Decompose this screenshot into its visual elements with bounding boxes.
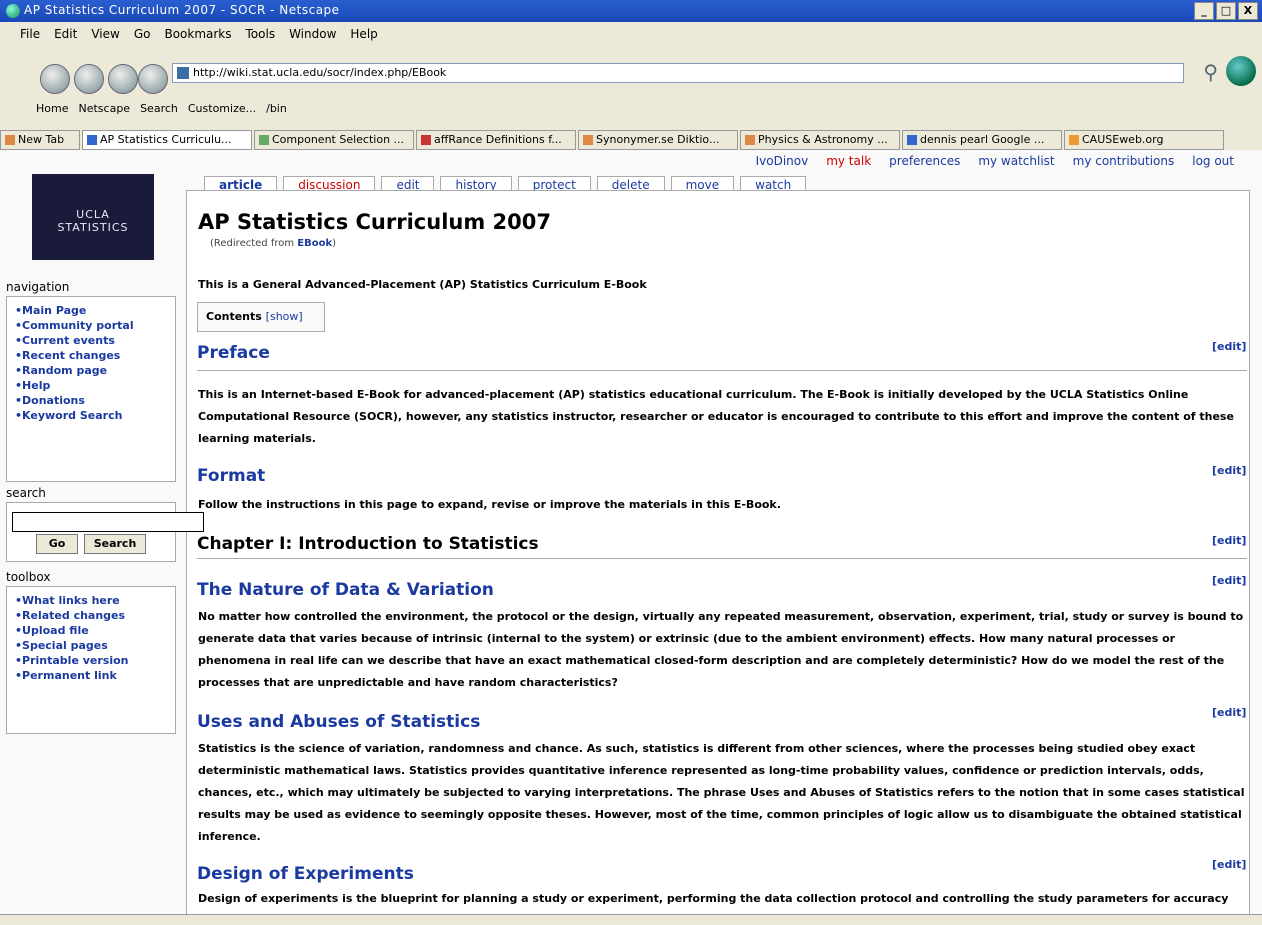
my-contributions-link[interactable]: my contributions — [1073, 154, 1175, 168]
edit-link-uses[interactable]: [edit] — [1212, 706, 1246, 719]
edit-link-design[interactable]: [edit] — [1212, 858, 1246, 871]
bookmark-customize[interactable]: Customize... — [188, 100, 256, 118]
menu-view[interactable]: View — [91, 24, 119, 44]
throbber-icon[interactable] — [1226, 56, 1256, 86]
favicon-icon — [177, 67, 189, 79]
menu-window[interactable]: Window — [289, 24, 336, 44]
edit-link-nature[interactable]: [edit] — [1212, 574, 1246, 587]
personal-links: IvoDinov my talk preferences my watchlis… — [756, 154, 1234, 168]
forward-icon[interactable] — [74, 64, 104, 94]
status-bar — [0, 914, 1262, 925]
table-of-contents: Contents [show] — [197, 302, 325, 332]
section-divider — [197, 558, 1247, 559]
toolbox-what-links-here[interactable]: What links here — [7, 593, 175, 608]
back-icon[interactable] — [40, 64, 70, 94]
go-button[interactable]: Go — [36, 534, 78, 554]
my-watchlist-link[interactable]: my watchlist — [978, 154, 1054, 168]
nav-random-page[interactable]: Random page — [7, 363, 175, 378]
bookmark-search[interactable]: Search — [140, 100, 178, 118]
section-divider — [197, 370, 1247, 371]
window-title: AP Statistics Curriculum 2007 - SOCR - N… — [24, 3, 340, 17]
toolbox-related-changes[interactable]: Related changes — [7, 608, 175, 623]
menu-tools[interactable]: Tools — [246, 24, 276, 44]
toolbox-printable-version[interactable]: Printable version — [7, 653, 175, 668]
format-text: Follow the instructions in this page to … — [198, 498, 781, 511]
redirect-link[interactable]: EBook — [297, 238, 332, 249]
bookmark-bin[interactable]: /bin — [266, 100, 287, 118]
nav-community-portal[interactable]: Community portal — [7, 318, 175, 333]
preferences-link[interactable]: preferences — [889, 154, 960, 168]
navigation-portlet: Main Page Community portal Current event… — [6, 296, 176, 482]
nav-help[interactable]: Help — [7, 378, 175, 393]
toc-show-toggle[interactable]: [show] — [266, 310, 303, 323]
edit-link-preface[interactable]: [edit] — [1212, 340, 1246, 353]
menu-file[interactable]: File — [20, 24, 40, 44]
menu-bookmarks[interactable]: Bookmarks — [164, 24, 231, 44]
chapter-heading: Chapter I: Introduction to Statistics — [197, 534, 539, 554]
section-heading-uses: Uses and Abuses of Statistics — [197, 712, 481, 732]
log-out-link[interactable]: log out — [1192, 154, 1234, 168]
redirect-note: (Redirected from EBook) — [210, 238, 337, 249]
section-heading-design: Design of Experiments — [197, 864, 414, 884]
tab-causeweb[interactable]: CAUSEweb.org — [1064, 130, 1224, 150]
maximize-button[interactable]: □ — [1216, 2, 1236, 20]
edit-link-chapter[interactable]: [edit] — [1212, 534, 1246, 547]
menu-help[interactable]: Help — [350, 24, 377, 44]
tab-physics-astronomy[interactable]: Physics & Astronomy ... — [740, 130, 900, 150]
search-engine-icon[interactable]: ⚲ — [1203, 60, 1218, 84]
tab-component-selection[interactable]: Component Selection ... — [254, 130, 414, 150]
section-heading-nature: The Nature of Data & Variation — [197, 580, 494, 600]
search-heading: search — [6, 486, 46, 500]
nav-recent-changes[interactable]: Recent changes — [7, 348, 175, 363]
page-title: AP Statistics Curriculum 2007 — [198, 210, 551, 234]
my-talk-link[interactable]: my talk — [826, 154, 871, 168]
tab-bar: New Tab AP Statistics Curriculu... Compo… — [0, 130, 1262, 150]
search-input[interactable] — [12, 512, 204, 532]
reload-icon[interactable] — [108, 64, 138, 94]
window-titlebar: AP Statistics Curriculum 2007 - SOCR - N… — [0, 0, 1262, 22]
toolbox-special-pages[interactable]: Special pages — [7, 638, 175, 653]
bookmarks-toolbar: Home Netscape Search Customize... /bin — [0, 100, 287, 118]
search-button[interactable]: Search — [84, 534, 146, 554]
menu-go[interactable]: Go — [134, 24, 151, 44]
url-bar[interactable]: http://wiki.stat.ucla.edu/socr/index.php… — [172, 63, 1184, 83]
tab-synonymer[interactable]: Synonymer.se Diktio... — [578, 130, 738, 150]
tab-new[interactable]: New Tab — [0, 130, 80, 150]
bookmark-home[interactable]: Home — [36, 100, 68, 118]
bookmark-netscape[interactable]: Netscape — [78, 100, 130, 118]
section-heading-preface: Preface — [197, 343, 270, 363]
stop-icon[interactable] — [138, 64, 168, 94]
menu-edit[interactable]: Edit — [54, 24, 77, 44]
tab-affrance[interactable]: affRance Definitions f... — [416, 130, 576, 150]
edit-link-format[interactable]: [edit] — [1212, 464, 1246, 477]
menu-bar: File Edit View Go Bookmarks Tools Window… — [0, 24, 378, 44]
nature-text: No matter how controlled the environment… — [198, 610, 1244, 689]
nav-main-page[interactable]: Main Page — [7, 303, 175, 318]
tab-ap-statistics[interactable]: AP Statistics Curriculu... — [82, 130, 252, 150]
user-link[interactable]: IvoDinov — [756, 154, 809, 168]
close-button[interactable]: X — [1238, 2, 1258, 20]
tab-dennis-pearl[interactable]: dennis pearl Google ... — [902, 130, 1062, 150]
ucla-statistics-logo[interactable]: UCLA STATISTICS — [32, 174, 154, 260]
nav-donations[interactable]: Donations — [7, 393, 175, 408]
preface-text: This is an Internet-based E-Book for adv… — [198, 388, 1234, 445]
minimize-button[interactable]: _ — [1194, 2, 1214, 20]
intro-text: This is a General Advanced-Placement (AP… — [198, 278, 647, 291]
navigation-heading: navigation — [6, 280, 70, 294]
toolbox-upload-file[interactable]: Upload file — [7, 623, 175, 638]
nav-keyword-search[interactable]: Keyword Search — [7, 408, 175, 423]
toolbox-heading: toolbox — [6, 570, 51, 584]
toolbox-permanent-link[interactable]: Permanent link — [7, 668, 175, 683]
design-text: Design of experiments is the blueprint f… — [198, 892, 1229, 905]
netscape-icon — [6, 4, 20, 18]
section-heading-format: Format — [197, 466, 266, 486]
nav-current-events[interactable]: Current events — [7, 333, 175, 348]
uses-text: Statistics is the science of variation, … — [198, 742, 1245, 843]
toolbox-portlet: What links here Related changes Upload f… — [6, 586, 176, 734]
url-text: http://wiki.stat.ucla.edu/socr/index.php… — [193, 66, 447, 79]
